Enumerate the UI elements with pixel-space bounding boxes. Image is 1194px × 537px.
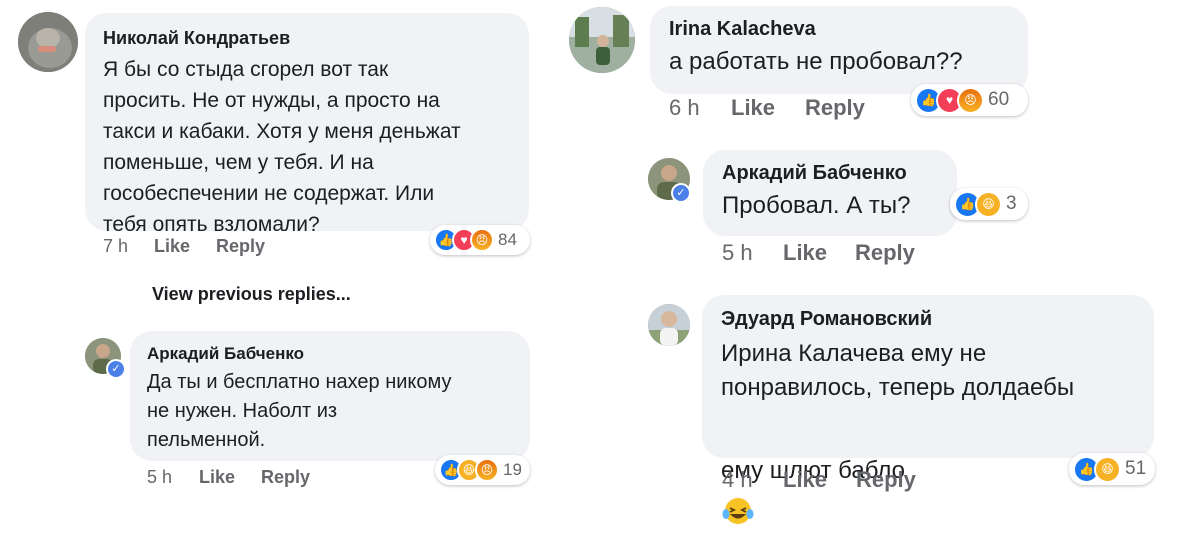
reaction-summary[interactable]: 👍 😆 51 bbox=[1069, 453, 1155, 485]
reply-button[interactable]: Reply bbox=[805, 95, 865, 121]
comment-author[interactable]: Irina Kalacheva bbox=[669, 18, 1009, 41]
comment-author[interactable]: Эдуард Романовский bbox=[721, 308, 1135, 331]
avatar[interactable] bbox=[18, 12, 78, 72]
timestamp[interactable]: 5 h bbox=[722, 240, 753, 266]
person-photo-icon bbox=[569, 7, 635, 73]
reply-button[interactable]: Reply bbox=[856, 467, 916, 493]
comment-author[interactable]: Аркадий Бабченко bbox=[147, 344, 513, 364]
comment-bubble: Irina Kalacheva а работать не пробовал?? bbox=[650, 6, 1028, 94]
reaction-summary[interactable]: 👍 😆 3 bbox=[950, 188, 1028, 220]
comment-text: Я бы со стыда сгорел вот так просить. Не… bbox=[103, 58, 461, 236]
reaction-summary[interactable]: 👍 😆 😠 19 bbox=[435, 455, 530, 485]
haha-reaction-icon: 😆 bbox=[1094, 455, 1121, 483]
avatar[interactable] bbox=[648, 304, 690, 346]
reply-button[interactable]: Reply bbox=[216, 236, 265, 257]
like-button[interactable]: Like bbox=[154, 236, 190, 257]
reaction-count: 60 bbox=[988, 89, 1010, 110]
timestamp[interactable]: 5 h bbox=[147, 467, 172, 488]
verified-badge-icon: ✓ bbox=[671, 183, 691, 203]
angry-reaction-icon: 😠 bbox=[475, 458, 499, 482]
comment-bubble: Николай Кондратьев Я бы со стыда сгорел … bbox=[85, 13, 529, 236]
view-previous-replies-link[interactable]: View previous replies... bbox=[152, 284, 351, 305]
angry-reaction-icon: 😠 bbox=[470, 228, 494, 252]
comment-bubble: Эдуард Романовский Ирина Калачева ему не… bbox=[702, 295, 1154, 524]
reaction-summary[interactable]: 👍 ♥ 😠 84 bbox=[430, 225, 530, 255]
comment-author[interactable]: Николай Кондратьев bbox=[103, 28, 511, 49]
cat-photo-icon bbox=[18, 12, 78, 72]
reply-button[interactable]: Reply bbox=[855, 240, 915, 266]
timestamp[interactable]: 7 h bbox=[103, 236, 128, 257]
reaction-count: 19 bbox=[503, 460, 522, 479]
like-button[interactable]: Like bbox=[199, 467, 235, 488]
like-button[interactable]: Like bbox=[783, 467, 827, 493]
haha-reaction-icon: 😆 bbox=[975, 190, 1002, 218]
reaction-count: 51 bbox=[1125, 458, 1147, 479]
comment-text: Да ты и бесплатно нахер никому не нужен.… bbox=[147, 371, 452, 451]
reaction-count: 3 bbox=[1006, 193, 1017, 214]
reaction-summary[interactable]: 👍 ♥ 😠 60 bbox=[911, 84, 1028, 116]
like-button[interactable]: Like bbox=[731, 95, 775, 121]
comment-bubble: Аркадий Бабченко Пробовал. А ты? bbox=[703, 150, 957, 236]
comment-text: Пробовал. А ты? bbox=[722, 192, 911, 219]
timestamp[interactable]: 4 h bbox=[722, 467, 753, 493]
verified-badge-icon: ✓ bbox=[106, 359, 126, 379]
comment-text-line: понравилось, теперь долдаебы bbox=[721, 374, 1075, 401]
avatar[interactable] bbox=[569, 7, 635, 73]
comment-author[interactable]: Аркадий Бабченко bbox=[722, 162, 938, 185]
reaction-count: 84 bbox=[498, 230, 517, 249]
person-photo-icon bbox=[648, 304, 690, 346]
comment-text: а работать не пробовал?? bbox=[669, 48, 963, 75]
laughing-tears-icon bbox=[722, 498, 754, 524]
reply-button[interactable]: Reply bbox=[261, 467, 310, 488]
timestamp[interactable]: 6 h bbox=[669, 95, 700, 121]
comment-bubble: Аркадий Бабченко Да ты и бесплатно нахер… bbox=[130, 331, 530, 461]
comment-text-line: Ирина Калачева ему не bbox=[721, 340, 987, 367]
angry-reaction-icon: 😠 bbox=[957, 86, 984, 114]
like-button[interactable]: Like bbox=[783, 240, 827, 266]
